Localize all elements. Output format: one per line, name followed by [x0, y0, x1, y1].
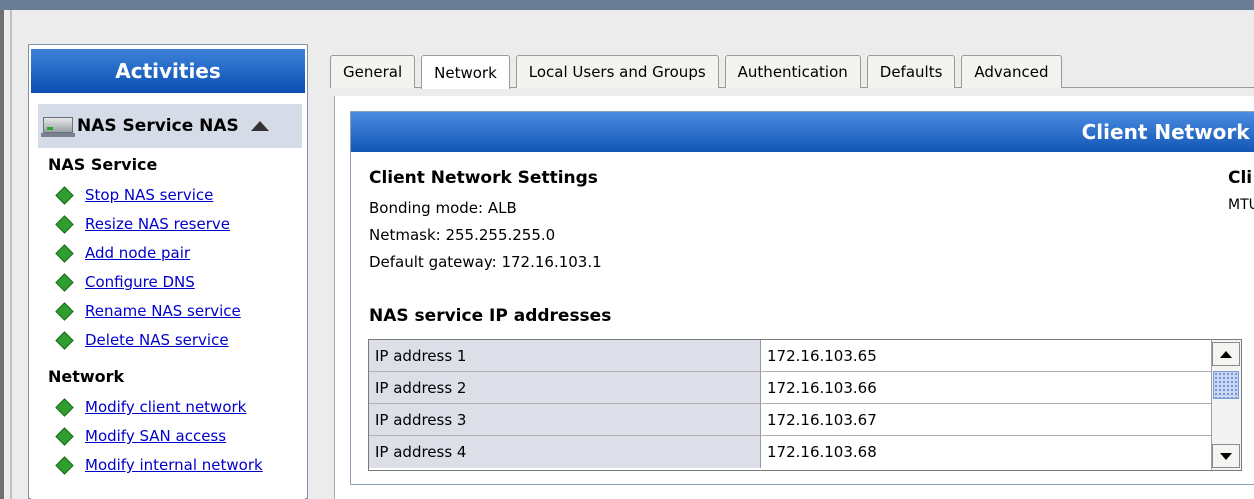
tab-defaults[interactable]: Defaults — [866, 55, 956, 88]
bonding-mode: Bonding mode: ALB — [369, 199, 517, 217]
activities-title: Activities — [31, 49, 305, 93]
table-row[interactable]: IP address 2 172.16.103.66 — [369, 372, 1211, 404]
arrow-up-icon — [1220, 350, 1232, 358]
diamond-icon — [55, 455, 74, 475]
nas-ip-addresses-title: NAS service IP addresses — [369, 306, 612, 326]
diamond-icon — [55, 243, 74, 263]
ip-label: IP address 2 — [369, 372, 761, 403]
diamond-icon — [55, 301, 74, 321]
activity-configure-dns[interactable]: Configure DNS — [54, 270, 195, 294]
table-row[interactable]: IP address 3 172.16.103.67 — [369, 404, 1211, 436]
activity-stop-nas-service[interactable]: Stop NAS service — [54, 183, 213, 207]
chevron-up-icon[interactable] — [250, 121, 269, 131]
diamond-icon — [55, 330, 74, 350]
tab-advanced[interactable]: Advanced — [961, 55, 1062, 88]
activity-rename-nas-service[interactable]: Rename NAS service — [54, 299, 241, 323]
ip-label: IP address 1 — [369, 340, 761, 371]
server-icon — [41, 113, 75, 139]
scroll-up-button[interactable] — [1212, 342, 1240, 366]
table-row[interactable]: IP address 1 172.16.103.65 — [369, 340, 1211, 372]
scroll-thumb[interactable] — [1213, 371, 1239, 399]
activity-link[interactable]: Delete NAS service — [85, 331, 229, 349]
window-left-border — [0, 10, 4, 499]
activity-link[interactable]: Modify internal network — [85, 456, 263, 474]
window-left-divider — [10, 10, 12, 499]
netmask: Netmask: 255.255.255.0 — [369, 226, 556, 244]
window-top-bar — [0, 0, 1254, 10]
tab-authentication[interactable]: Authentication — [724, 55, 861, 88]
diamond-icon — [55, 272, 74, 292]
activity-link[interactable]: Configure DNS — [85, 273, 195, 291]
table-row[interactable]: IP address 4 172.16.103.68 — [369, 436, 1211, 468]
activity-link[interactable]: Rename NAS service — [85, 302, 241, 320]
ip-value[interactable]: 172.16.103.68 — [761, 436, 1211, 468]
section-title-nas-service: NAS Service — [48, 155, 158, 174]
tab-local-users-and-groups[interactable]: Local Users and Groups — [515, 55, 719, 88]
activity-link[interactable]: Resize NAS reserve — [85, 215, 230, 233]
nas-service-header[interactable]: NAS Service NAS — [38, 104, 302, 148]
client-network-settings-title: Client Network Settings — [369, 168, 598, 188]
scroll-down-button[interactable] — [1212, 444, 1240, 468]
tab-general[interactable]: General — [330, 55, 416, 88]
activity-modify-san-access[interactable]: Modify SAN access — [54, 424, 226, 448]
diamond-icon — [55, 397, 74, 417]
activity-link[interactable]: Modify SAN access — [85, 427, 226, 445]
ip-label: IP address 4 — [369, 436, 761, 468]
client-network-header: Client Network I — [351, 112, 1254, 152]
activity-link[interactable]: Modify client network — [85, 398, 246, 416]
nas-service-header-label: NAS Service NAS — [77, 116, 239, 136]
activity-add-node-pair[interactable]: Add node pair — [54, 241, 190, 265]
activity-modify-internal-network[interactable]: Modify internal network — [54, 453, 263, 477]
activity-delete-nas-service[interactable]: Delete NAS service — [54, 328, 229, 352]
diamond-icon — [55, 185, 74, 205]
diamond-icon — [55, 214, 74, 234]
client-right-title: Cli — [1228, 168, 1253, 188]
mtu-label: MTU — [1228, 197, 1254, 213]
activity-link[interactable]: Stop NAS service — [85, 186, 213, 204]
ip-value[interactable]: 172.16.103.66 — [761, 372, 1211, 403]
section-title-network: Network — [48, 367, 125, 386]
activity-link[interactable]: Add node pair — [85, 244, 190, 262]
default-gateway: Default gateway: 172.16.103.1 — [369, 253, 602, 271]
client-network-header-label: Client Network I — [1081, 120, 1254, 144]
arrow-down-icon — [1220, 452, 1232, 460]
ip-value[interactable]: 172.16.103.67 — [761, 404, 1211, 435]
tab-strip: General Network Local Users and Groups A… — [330, 55, 1068, 89]
activity-modify-client-network[interactable]: Modify client network — [54, 395, 246, 419]
ip-label: IP address 3 — [369, 404, 761, 435]
activity-resize-nas-reserve[interactable]: Resize NAS reserve — [54, 212, 230, 236]
ip-value[interactable]: 172.16.103.65 — [761, 340, 1211, 371]
diamond-icon — [55, 426, 74, 446]
tab-network[interactable]: Network — [421, 55, 510, 89]
